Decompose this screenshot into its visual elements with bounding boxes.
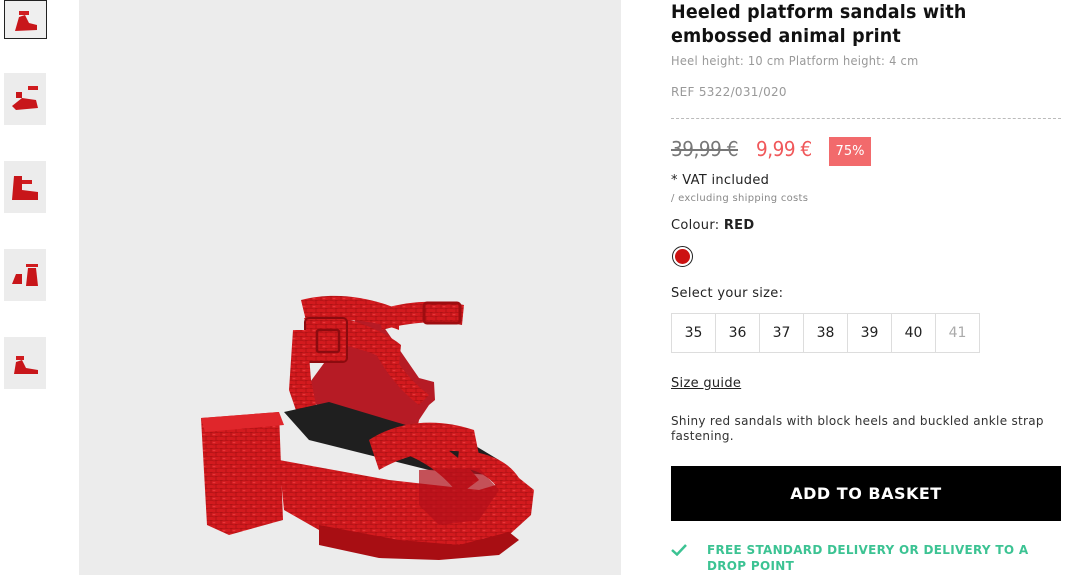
size-label: Select your size:: [671, 286, 784, 301]
product-dimensions: Heel height: 10 cm Platform height: 4 cm: [671, 54, 919, 68]
thumbnail-1[interactable]: [4, 0, 47, 39]
product-reference: REF 5322/031/020: [671, 85, 787, 99]
colour-swatch-dot: [675, 249, 690, 264]
colour-swatch-red[interactable]: [672, 246, 693, 267]
shipping-note: / excluding shipping costs: [671, 193, 809, 204]
size-option-39[interactable]: 39: [847, 313, 892, 353]
product-title: Heeled platform sandals with embossed an…: [671, 1, 967, 47]
main-product-image[interactable]: [79, 0, 621, 575]
colour-label: Colour: RED: [671, 218, 754, 233]
size-option-40[interactable]: 40: [891, 313, 936, 353]
colour-value: RED: [723, 218, 755, 233]
thumbnail-2[interactable]: [4, 73, 46, 125]
dashed-divider: [671, 118, 1061, 119]
sandal-thumbnail-icon: [12, 86, 38, 110]
size-option-35[interactable]: 35: [671, 313, 716, 353]
sandal-thumbnail-icon: [12, 264, 38, 286]
vat-note: * VAT included: [671, 173, 770, 188]
thumbnail-3[interactable]: [4, 161, 46, 213]
size-option-37[interactable]: 37: [759, 313, 804, 353]
delivery-text: FREE STANDARD DELIVERY OR DELIVERY TO A …: [707, 543, 1029, 573]
thumbnail-4[interactable]: [4, 249, 46, 301]
size-selector: 35 36 37 38 39 40 41: [671, 313, 980, 353]
thumbnail-5[interactable]: [4, 337, 46, 389]
sale-price: 9,99 €: [756, 137, 812, 161]
sandal-thumbnail-icon: [14, 356, 38, 374]
sandal-thumbnail-icon: [14, 10, 37, 31]
original-price: 39,99 €: [671, 137, 739, 161]
discount-badge: 75%: [829, 137, 871, 166]
check-icon: [671, 544, 687, 556]
red-platform-sandals-illustration: [201, 295, 534, 560]
size-option-38[interactable]: 38: [803, 313, 848, 353]
product-description: Shiny red sandals with block heels and b…: [671, 414, 1044, 443]
size-guide-link[interactable]: Size guide: [671, 376, 741, 391]
sandal-thumbnail-icon: [12, 176, 38, 200]
colour-prefix: Colour:: [671, 218, 724, 233]
size-option-36[interactable]: 36: [715, 313, 760, 353]
size-option-41[interactable]: 41: [935, 313, 980, 353]
add-to-basket-button[interactable]: ADD TO BASKET: [671, 466, 1061, 521]
